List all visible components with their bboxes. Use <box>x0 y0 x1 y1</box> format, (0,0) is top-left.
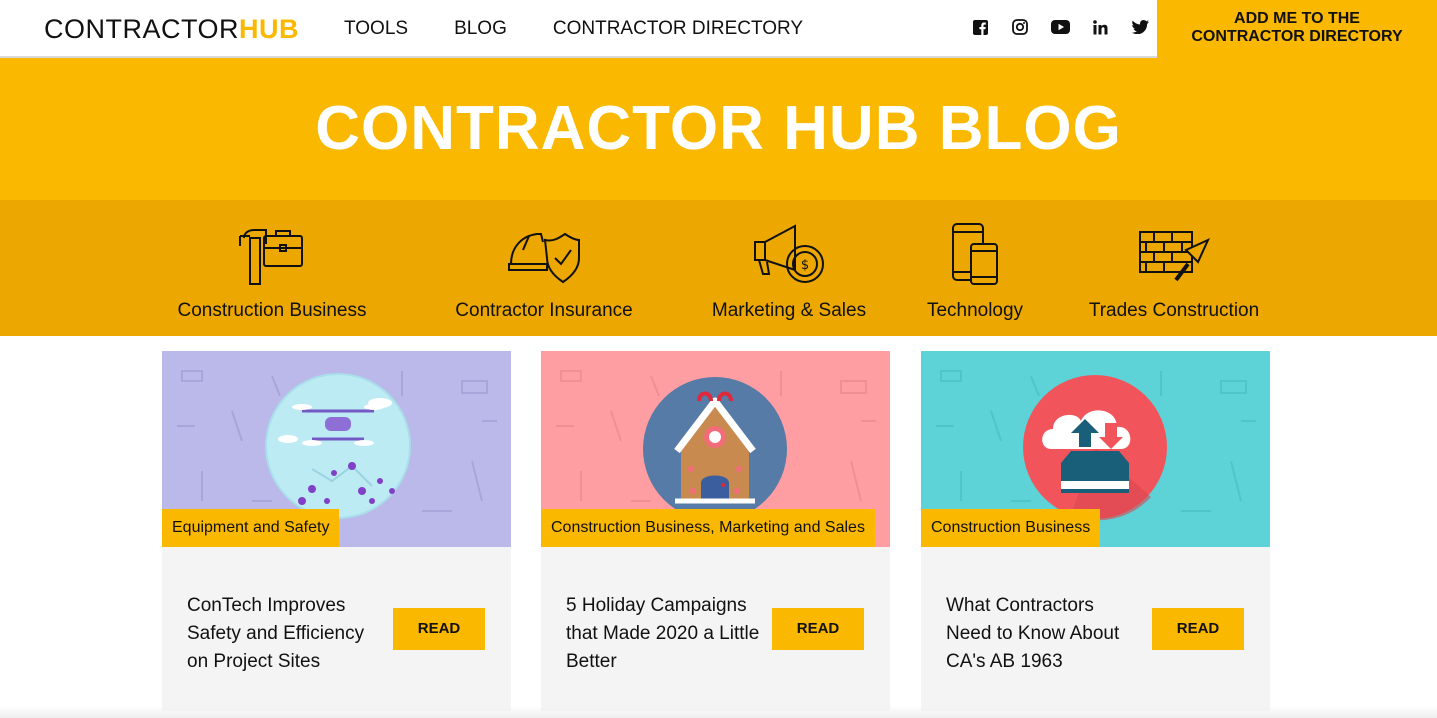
category-label: Contractor Insurance <box>455 300 633 321</box>
add-to-directory-button[interactable]: ADD ME TO THE CONTRACTOR DIRECTORY <box>1157 0 1437 58</box>
bottom-shadow <box>0 706 1437 718</box>
post-title[interactable]: What Contractors Need to Know About CA's… <box>946 592 1141 676</box>
category-marketing-sales[interactable]: $ Marketing & Sales <box>699 222 879 322</box>
mailbox-briefcase-icon <box>172 222 372 286</box>
category-label: Technology <box>926 300 1024 321</box>
category-tag[interactable]: Equipment and Safety <box>162 509 340 547</box>
category-label: Construction Business <box>177 300 367 321</box>
social-links <box>970 17 1170 37</box>
hero-banner: CONTRACTOR HUB BLOG <box>0 58 1437 200</box>
read-button[interactable]: READ <box>772 608 864 650</box>
blog-card[interactable]: Construction Business, Marketing and Sal… <box>541 351 890 711</box>
category-trades-construction[interactable]: Trades Construction <box>1079 222 1269 322</box>
main-nav: TOOLS BLOG CONTRACTOR DIRECTORY <box>344 18 849 40</box>
read-button[interactable]: READ <box>393 608 485 650</box>
category-technology[interactable]: Technology <box>915 222 1035 322</box>
category-tag[interactable]: Construction Business, Marketing and Sal… <box>541 509 875 547</box>
blog-card[interactable]: Equipment and Safety ConTech Improves Sa… <box>162 351 511 711</box>
cta-line-1: ADD ME TO THE <box>1234 10 1360 27</box>
page-title: CONTRACTOR HUB BLOG <box>315 94 1122 163</box>
logo[interactable]: CONTRACTORHUB <box>44 13 299 45</box>
category-tag[interactable]: Construction Business <box>921 509 1101 547</box>
cta-line-2: CONTRACTOR DIRECTORY <box>1191 28 1403 45</box>
category-label: Trades Construction <box>1088 300 1260 321</box>
category-bar: Construction Business Contractor Insuran… <box>0 200 1437 336</box>
svg-text:$: $ <box>801 258 809 273</box>
nav-link-tools[interactable]: TOOLS <box>344 18 408 40</box>
twitter-icon[interactable] <box>1130 17 1150 37</box>
read-button[interactable]: READ <box>1152 608 1244 650</box>
linkedin-icon[interactable] <box>1090 17 1110 37</box>
category-label: Marketing & Sales <box>711 300 867 321</box>
youtube-icon[interactable] <box>1050 17 1070 37</box>
bricks-trowel-icon <box>1079 222 1269 286</box>
devices-icon <box>915 222 1035 286</box>
post-title[interactable]: 5 Holiday Campaigns that Made 2020 a Lit… <box>566 592 761 676</box>
megaphone-coin-icon: $ <box>699 222 879 286</box>
blog-card[interactable]: Construction Business What Contractors N… <box>921 351 1270 711</box>
nav-link-blog[interactable]: BLOG <box>454 18 507 40</box>
logo-text-hub: HUB <box>239 14 300 44</box>
category-construction-business[interactable]: Construction Business <box>172 222 372 322</box>
category-contractor-insurance[interactable]: Contractor Insurance <box>444 222 644 322</box>
logo-text-contractor: CONTRACTOR <box>44 14 240 44</box>
hardhat-shield-icon <box>444 222 644 286</box>
instagram-icon[interactable] <box>1010 17 1030 37</box>
facebook-icon[interactable] <box>970 17 990 37</box>
post-title[interactable]: ConTech Improves Safety and Efficiency o… <box>187 592 382 676</box>
nav-link-contractor-directory[interactable]: CONTRACTOR DIRECTORY <box>553 18 803 40</box>
top-navigation-bar: CONTRACTORHUB TOOLS BLOG CONTRACTOR DIRE… <box>0 0 1437 58</box>
